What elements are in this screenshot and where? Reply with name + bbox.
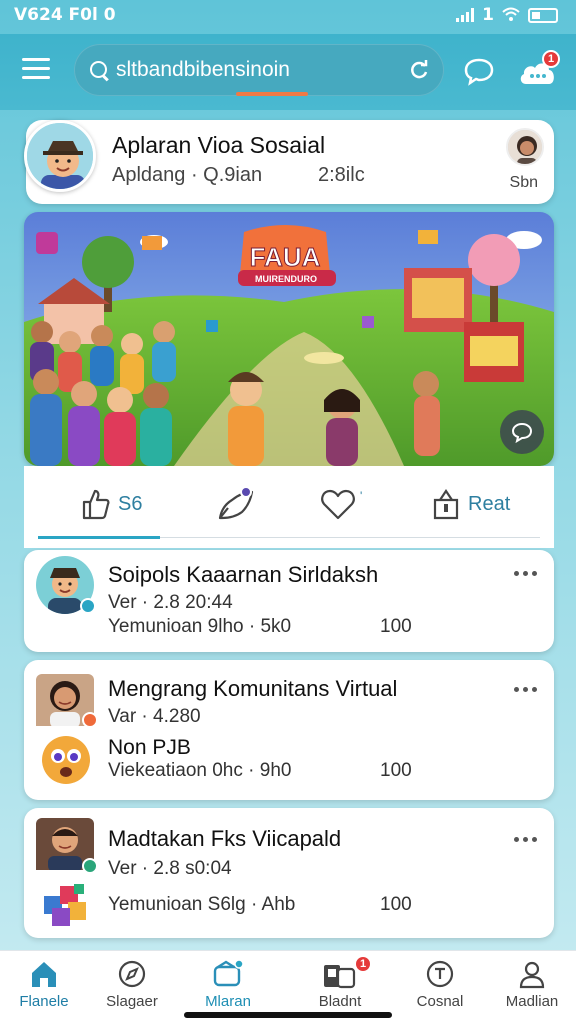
online-indicator (80, 598, 96, 614)
mini-label: Sbn (509, 174, 538, 191)
feed-count: 100 (380, 760, 412, 781)
profile-title: Aplaran Vioa Sosaial (112, 132, 326, 158)
menu-button[interactable] (22, 56, 52, 80)
feed-card[interactable]: Mengrang Komunitans Virtual Var · 4.280 … (24, 660, 554, 800)
active-tab-indicator (38, 536, 160, 539)
nav-inbox[interactable]: 1 Bladnt (292, 955, 388, 1019)
feed-count: 100 (380, 894, 412, 915)
nav-messages[interactable]: Mlaran (180, 959, 276, 1019)
feed-stat: Viekeatiaon 0hc · 9h0 (108, 760, 292, 781)
battery-icon (528, 7, 558, 23)
feed-count: 100 (380, 616, 412, 637)
nav-label: Madlian (505, 993, 559, 1010)
feed-subtitle: Non PJB (108, 736, 191, 759)
nav-label: Mlaran (205, 993, 251, 1010)
nav-label: Cosnal (416, 993, 464, 1010)
divider (160, 537, 540, 538)
nav-profile[interactable]: Madlian (484, 959, 576, 1019)
profile-subtitle: Apldang · Q.9ian (112, 164, 263, 186)
signal-icon (456, 8, 475, 22)
comment-icon (511, 422, 533, 444)
hero-comment-button[interactable] (500, 410, 544, 454)
online-indicator (82, 858, 98, 874)
search-icon (88, 59, 110, 81)
emoji-face-icon (42, 736, 90, 784)
profile-avatar[interactable] (24, 120, 96, 192)
search-underline (236, 92, 308, 96)
nav-explore[interactable]: Slagaer (84, 959, 180, 1019)
repost-button[interactable]: Reat (432, 484, 510, 524)
feed-title[interactable]: Madtakan Fks Viicapald (108, 826, 341, 852)
rocket-icon (218, 486, 254, 520)
nav-label: Bladnt (318, 993, 362, 1010)
nav-label: Slagaer (106, 993, 158, 1010)
share-button[interactable] (216, 484, 258, 524)
thumbs-up-icon (82, 489, 110, 520)
hero-banner-subtext: MUIRENDURO (255, 274, 317, 284)
hero-banner-text: FAUA (250, 242, 321, 272)
more-options-button[interactable] (514, 834, 538, 844)
search-bar[interactable] (74, 44, 444, 96)
profile-icon (519, 961, 545, 989)
hero-image[interactable]: FAUA MUIRENDURO (24, 212, 554, 466)
notification-badge: 1 (542, 50, 561, 68)
heart-button[interactable]: ' (320, 484, 368, 524)
status-time: V624 F0l 0 (14, 5, 116, 25)
feed-stat: Yemunioan 9lho · 5k0 (108, 616, 292, 637)
home-icon (32, 962, 56, 987)
nav-label: Flanele (19, 993, 69, 1010)
feed-title[interactable]: Soipols Kaaarnan Sirldaksh (108, 562, 378, 588)
post-action-bar: S6 ' Reat (24, 466, 554, 548)
feed-meta: Ver · 2.8 s0:04 (108, 858, 232, 879)
bag-icon (433, 489, 459, 520)
like-button[interactable]: S6 (80, 484, 142, 524)
mini-avatar[interactable] (506, 128, 544, 166)
search-input[interactable] (116, 58, 408, 82)
clock-icon (426, 960, 454, 988)
hero-illustration: FAUA MUIRENDURO (24, 212, 554, 466)
profile-card[interactable]: Aplaran Vioa Sosaial Apldang · Q.9ian 2:… (24, 120, 554, 204)
nav-badge: 1 (354, 955, 373, 973)
svg-text:': ' (360, 489, 362, 503)
wifi-icon (502, 7, 520, 21)
feed-meta: Var · 4.280 (108, 706, 201, 727)
compass-icon (118, 960, 146, 988)
home-indicator[interactable] (184, 1012, 392, 1018)
feed-meta: Ver · 2.8 20:44 (108, 592, 233, 613)
nav-history[interactable]: Cosnal (392, 959, 488, 1019)
refresh-icon[interactable] (408, 59, 430, 81)
cloud-notification-button[interactable]: 1 (518, 50, 561, 88)
more-options-button[interactable] (514, 684, 538, 694)
feed-card[interactable]: Madtakan Fks Viicapald Ver · 2.8 s0:04 Y… (24, 808, 554, 938)
more-options-button[interactable] (514, 568, 538, 578)
like-count: S6 (118, 492, 143, 515)
chat-icon (213, 959, 244, 987)
feed-card[interactable]: Soipols Kaaarnan Sirldaksh Ver · 2.8 20:… (24, 550, 554, 652)
feed-stat: Yemunioan S6lg · Ahb (108, 894, 296, 915)
status-icons: 1 (456, 5, 558, 25)
inbox-icon (324, 965, 356, 989)
heart-icon: ' (321, 489, 362, 520)
chat-bubble-icon[interactable] (462, 56, 496, 86)
repost-label: Reat (468, 492, 511, 515)
status-indicator: 1 (482, 5, 494, 25)
profile-time: 2:8ilc (318, 164, 365, 186)
top-bar: 1 (0, 34, 576, 110)
status-bar: V624 F0l 0 1 (0, 0, 576, 30)
nav-home[interactable]: Flanele (0, 959, 92, 1019)
blocks-icon (44, 884, 86, 926)
feed-title[interactable]: Mengrang Komunitans Virtual (108, 676, 397, 702)
status-indicator (82, 712, 98, 728)
